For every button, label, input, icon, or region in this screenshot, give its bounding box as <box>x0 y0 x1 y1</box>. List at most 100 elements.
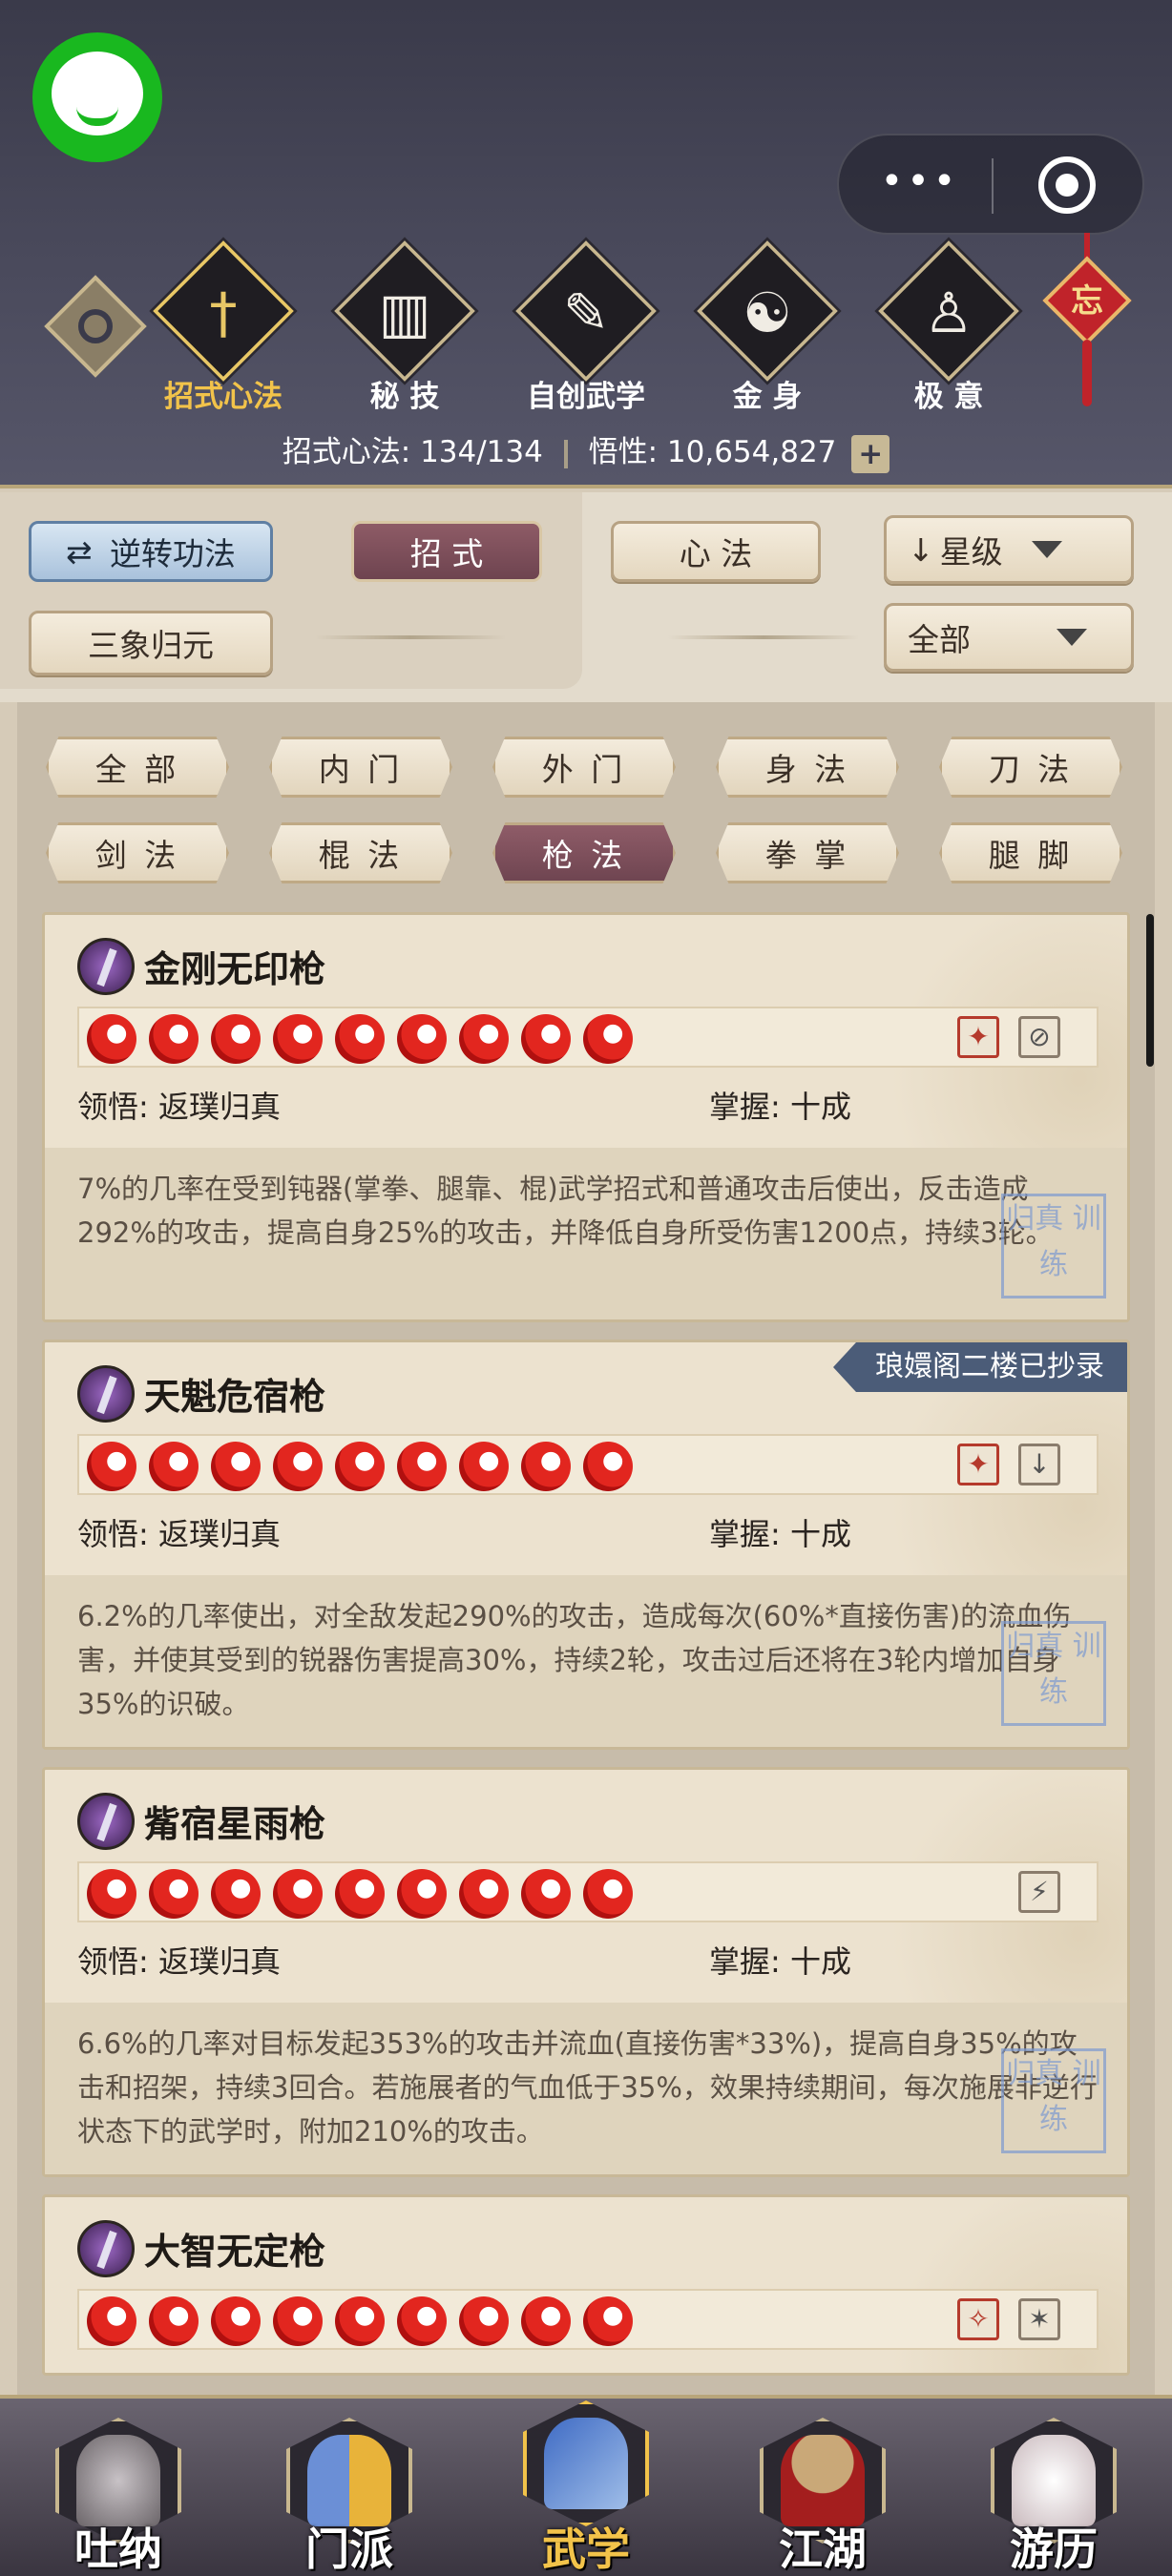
flame-star-icon <box>273 2296 323 2346</box>
category-label: 极 意 <box>913 380 984 414</box>
spear-skill-icon <box>77 1793 135 1850</box>
reverse-technique-button[interactable]: ⇄ 逆转功法 <box>29 521 273 582</box>
flame-star-icon <box>211 1014 261 1064</box>
comprehension-value: 返璞归真 <box>157 1943 281 1980</box>
tab-moves[interactable]: 招 式 <box>351 521 542 582</box>
more-options-icon[interactable]: ••• <box>877 162 963 208</box>
sort-dropdown[interactable]: ↓ 星级 <box>884 515 1134 584</box>
flame-star-icon <box>583 2296 633 2346</box>
white-horse-icon <box>1012 2435 1096 2526</box>
flame-star-icon <box>397 2296 447 2346</box>
filter-dropdown[interactable]: 全部 <box>884 603 1134 672</box>
moves-label: 招式心法: <box>282 435 411 469</box>
spear-skill-icon <box>77 1365 135 1423</box>
skill-card[interactable]: 觜宿星雨枪 ⚡ 领悟: 返璞归真 掌握: 十成 6.6%的几率对目标发起353%的攻击并… <box>42 1767 1130 2177</box>
martial-pose-icon: ♙ <box>924 280 973 345</box>
category-label: 自创武学 <box>527 380 645 414</box>
effect-badge-icon[interactable]: ✶ <box>1018 2298 1060 2340</box>
skill-card[interactable]: 金刚无印枪 ✦ ⊘ 领悟: 返璞归真 掌握: 十成 7%的几率在受到钝器(掌拳、腿靠、棍)… <box>42 912 1130 1322</box>
flame-star-icon <box>149 1014 199 1064</box>
add-insight-button[interactable]: + <box>851 434 890 473</box>
star-rating <box>77 1007 1099 1068</box>
mastery-label: 掌握: <box>709 1943 781 1980</box>
chinese-knot-icon[interactable]: 忘 <box>1042 233 1132 414</box>
filter-inner[interactable]: 内 门 <box>269 737 452 798</box>
filter-outer[interactable]: 外 门 <box>492 737 676 798</box>
nav-jianghu[interactable]: 江湖 <box>746 2408 899 2576</box>
mastery-value: 十成 <box>789 1516 851 1552</box>
swap-icon: ⇄ <box>66 532 93 571</box>
description-text: 6.2%的几率使出，对全敌发起290%的攻击，造成每次(60%*直接伤害)的流血… <box>77 1600 1072 1720</box>
star-rating <box>77 2289 1099 2350</box>
knot-char: 忘 <box>1071 282 1103 321</box>
seal-stamp: 归真 训练 <box>1001 1194 1106 1298</box>
effect-badge-icon[interactable]: ✧ <box>957 2298 999 2340</box>
description-text: 7%的几率在受到钝器(掌拳、腿靠、棍)武学招式和普通攻击后使出，反击造成292%… <box>77 1173 1054 1249</box>
tab-heart-method[interactable]: 心 法 <box>611 521 821 582</box>
mastery-label: 掌握: <box>709 1089 781 1125</box>
flame-star-icon <box>521 2296 571 2346</box>
flame-star-icon <box>521 1014 571 1064</box>
chevron-down-icon <box>1031 541 1062 558</box>
effect-badge-icon[interactable]: ⚡ <box>1018 1871 1060 1913</box>
filter-blade[interactable]: 刀 法 <box>939 737 1122 798</box>
category-label: 金 身 <box>732 380 803 414</box>
comprehension-row: 领悟: 返璞归真 <box>77 1510 281 1554</box>
filter-staff[interactable]: 棍 法 <box>269 822 452 883</box>
nav-travel[interactable]: 游历 <box>977 2408 1130 2576</box>
mastery-label: 掌握: <box>709 1516 781 1552</box>
category-tab-moves[interactable]: † 招式心法 <box>147 240 300 418</box>
filter-label: 全部 <box>908 621 971 658</box>
skill-name: 天魁危宿枪 <box>144 1376 326 1418</box>
skill-card[interactable]: 大智无定枪 ✧ ✶ <box>42 2194 1130 2376</box>
category-tab-ultimate[interactable]: ♙ 极 意 <box>872 240 1025 418</box>
comprehension-label: 领悟: <box>77 1089 149 1125</box>
flame-star-icon <box>521 1869 571 1919</box>
nav-breathing[interactable]: 吐纳 <box>42 2408 195 2576</box>
nav-martial[interactable]: 武学 <box>510 2400 662 2576</box>
mini-program-capsule: ••• <box>837 134 1144 235</box>
filter-movement[interactable]: 身 法 <box>716 737 899 798</box>
flame-star-icon <box>459 1014 509 1064</box>
close-target-icon[interactable] <box>1038 156 1096 214</box>
category-tab-golden-body[interactable]: ☯ 金 身 <box>691 240 844 418</box>
effect-badge-icon[interactable]: ✦ <box>957 1444 999 1485</box>
reverse-label: 逆转功法 <box>109 535 236 572</box>
chat-logo-icon[interactable] <box>32 32 162 162</box>
comprehension-value: 返璞归真 <box>157 1516 281 1552</box>
star-rating <box>77 1861 1099 1922</box>
filter-fist[interactable]: 拳 掌 <box>716 822 899 883</box>
category-label: 秘 技 <box>369 380 440 414</box>
effect-badge-icon[interactable]: ✦ <box>957 1016 999 1058</box>
category-tab-custom[interactable]: ✎ 自创武学 <box>510 240 662 418</box>
mastery-value: 十成 <box>789 1089 851 1125</box>
skill-name: 大智无定枪 <box>144 2231 326 2273</box>
effect-badge-icon[interactable]: ↓ <box>1018 1444 1060 1485</box>
filter-sword[interactable]: 剑 法 <box>46 822 229 883</box>
skill-description: 7%的几率在受到钝器(掌拳、腿靠、棍)武学招式和普通攻击后使出，反击造成292%… <box>45 1148 1127 1319</box>
meditation-icon: ☯ <box>743 280 792 345</box>
sanxiang-button[interactable]: 三象归元 <box>29 611 273 675</box>
skill-name: 觜宿星雨枪 <box>144 1803 326 1845</box>
scrollbar[interactable] <box>1146 914 1154 1067</box>
filter-spear[interactable]: 枪 法 <box>492 822 676 883</box>
category-tab-secret[interactable]: ▥ 秘 技 <box>328 240 481 418</box>
nav-label: 游历 <box>1010 2524 1098 2575</box>
flame-star-icon <box>273 1442 323 1491</box>
flame-star-icon <box>397 1442 447 1491</box>
flame-star-icon <box>397 1869 447 1919</box>
mastery-row: 掌握: 十成 <box>709 1938 851 1982</box>
filter-leg[interactable]: 腿 脚 <box>939 822 1122 883</box>
mastery-row: 掌握: 十成 <box>709 1083 851 1127</box>
flame-star-icon <box>335 1014 385 1064</box>
nav-sect[interactable]: 门派 <box>273 2408 426 2576</box>
effect-badge-icon[interactable]: ⊘ <box>1018 1016 1060 1058</box>
sect-icon <box>307 2435 391 2526</box>
filter-all[interactable]: 全 部 <box>46 737 229 798</box>
comprehension-value: 返璞归真 <box>157 1089 281 1125</box>
comprehension-row: 领悟: 返璞归真 <box>77 1083 281 1127</box>
skill-card[interactable]: 天魁危宿枪 ✦ ↓ 领悟: 返璞归真 掌握: 十成 6.2%的几率使出，对全敌发起290%… <box>42 1340 1130 1750</box>
comprehension-label: 领悟: <box>77 1943 149 1980</box>
sort-down-arrow-icon: ↓ <box>908 530 934 569</box>
comprehension-label: 领悟: <box>77 1516 149 1552</box>
